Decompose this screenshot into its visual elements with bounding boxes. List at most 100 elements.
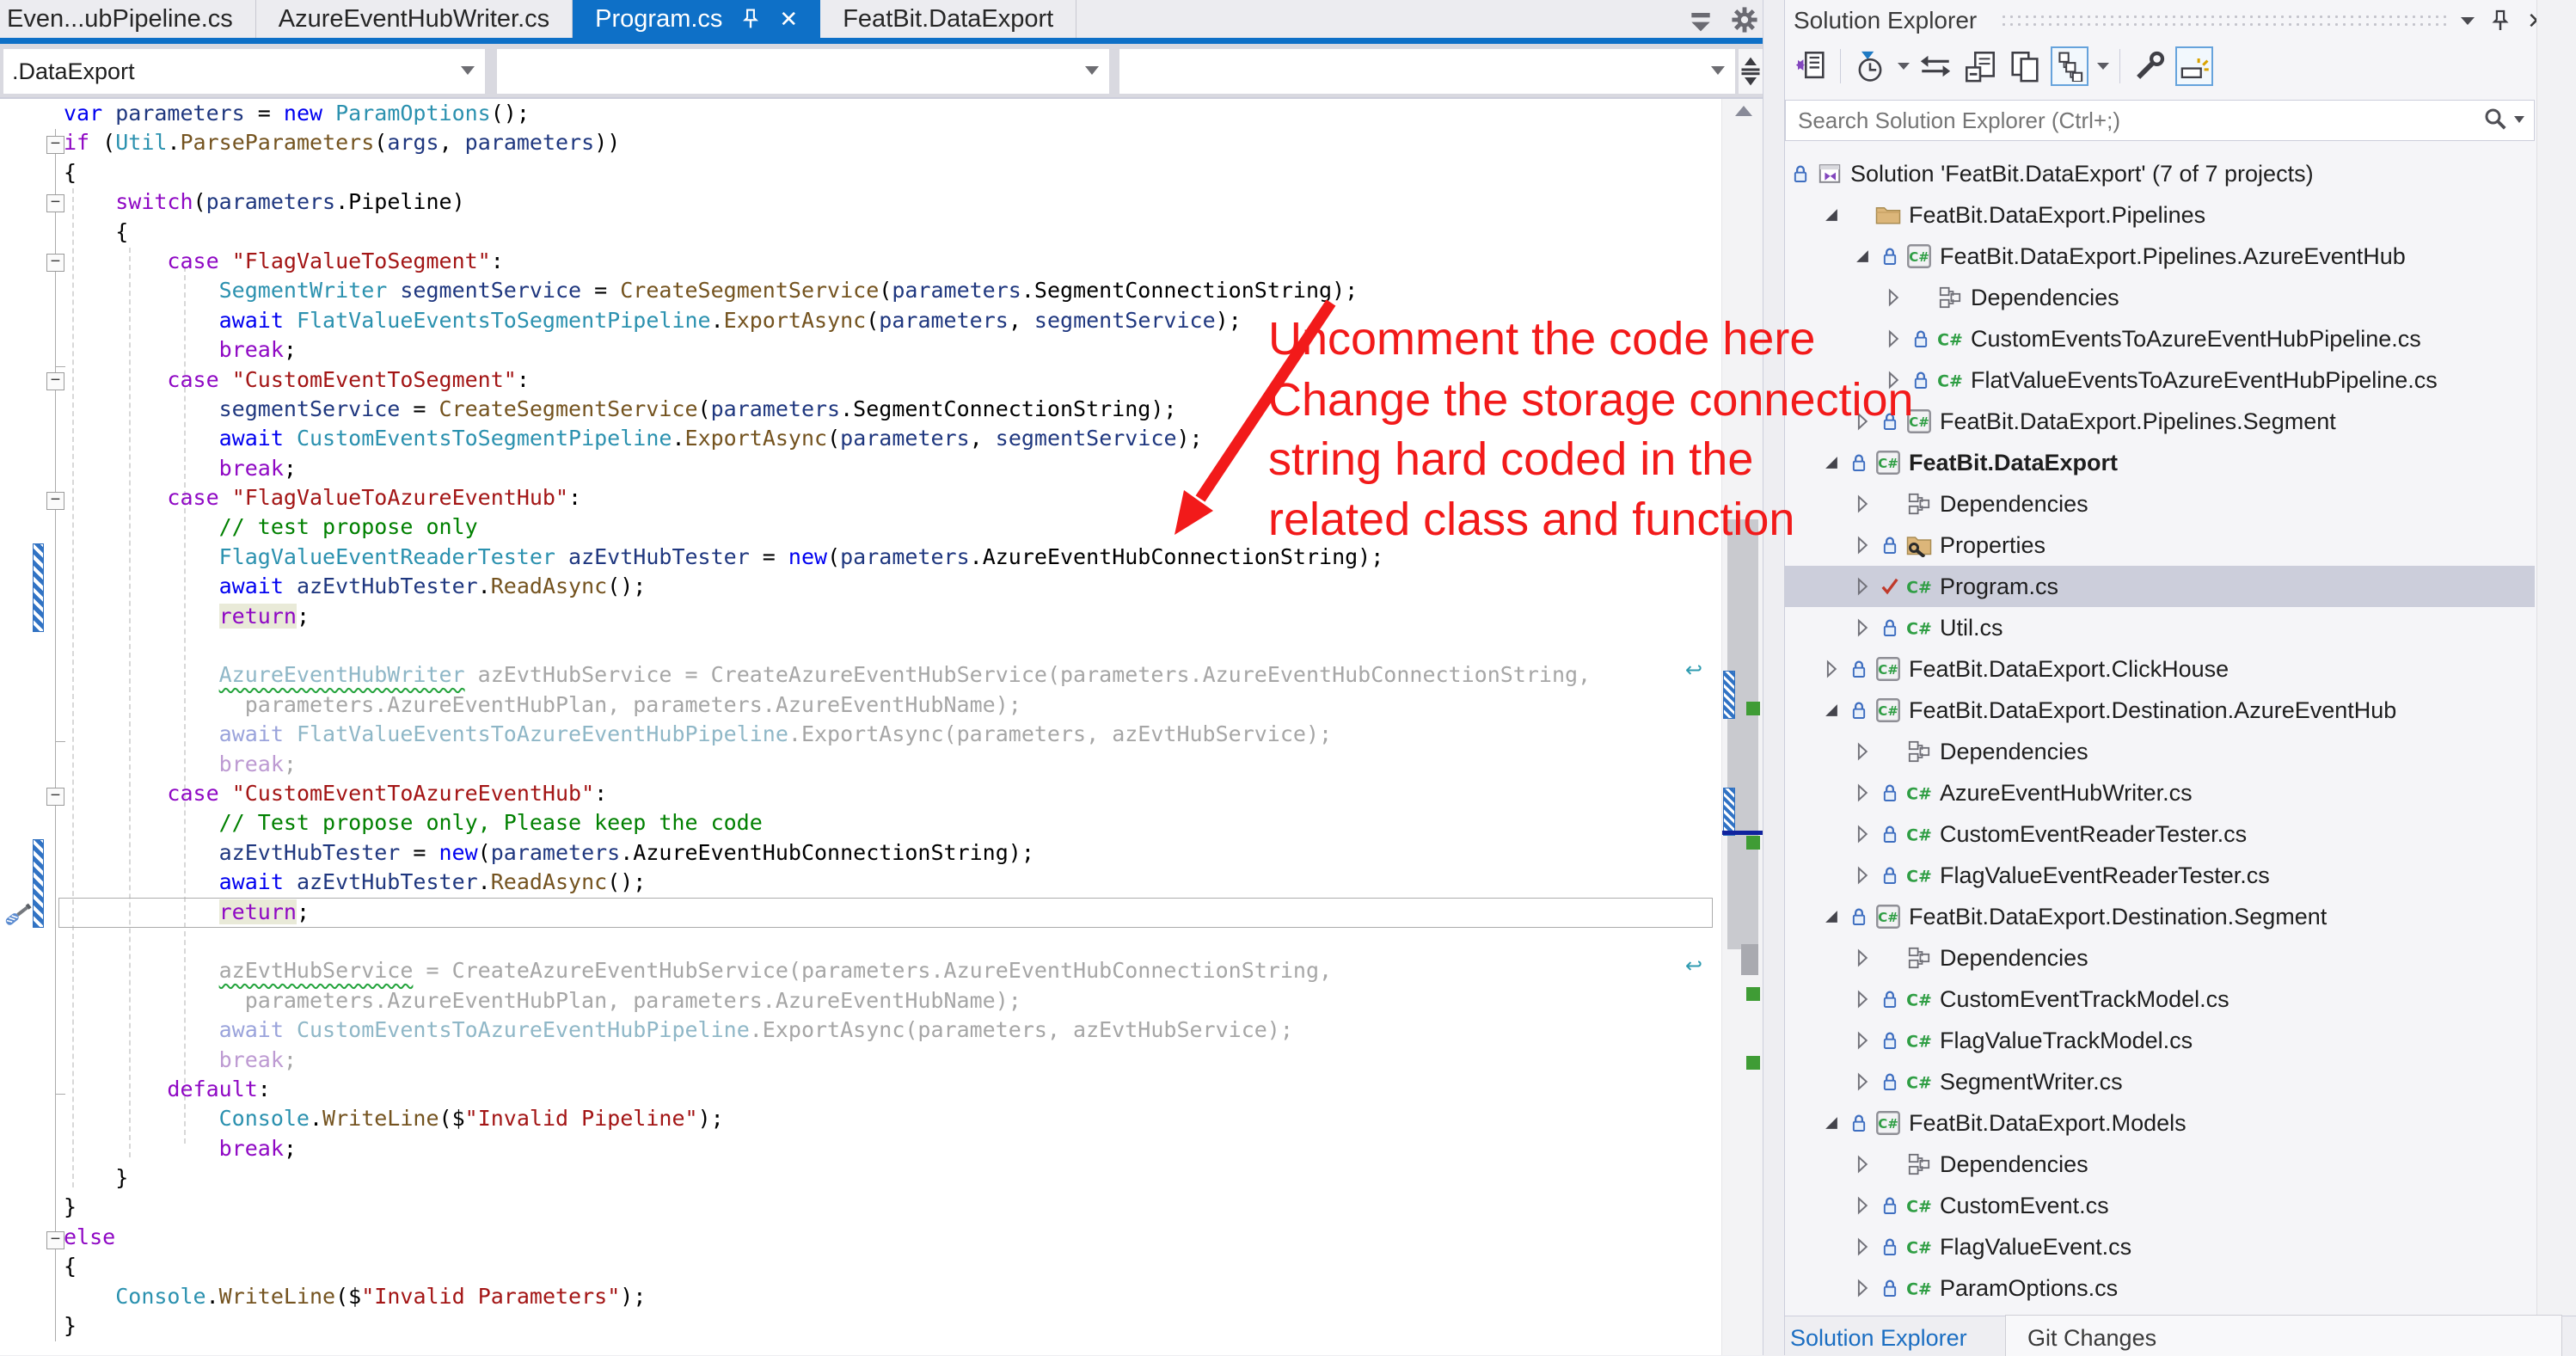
chevron-collapsed-icon[interactable] — [1852, 1279, 1873, 1298]
chevron-collapsed-icon[interactable] — [1852, 1072, 1873, 1091]
split-editor-button[interactable] — [1739, 49, 1763, 94]
code-editor[interactable]: − − − − − − − var parameters = new Param… — [0, 99, 1763, 1355]
tree-item[interactable]: C#FeatBit.DataExport.Models — [1785, 1102, 2535, 1144]
code-text[interactable]: var parameters = new ParamOptions();if (… — [0, 99, 1721, 1341]
tree-item[interactable]: C#CustomEventTrackModel.cs — [1785, 979, 2535, 1020]
chevron-down-icon[interactable] — [1898, 63, 1910, 70]
tree-item-label: Dependencies — [1971, 285, 2119, 311]
tree-item[interactable]: C#Util.cs — [1785, 607, 2535, 648]
panel-splitter[interactable] — [1763, 0, 1785, 1355]
tree-item[interactable]: C#CustomEventReaderTester.cs — [1785, 813, 2535, 855]
scrollbar-change-mark — [1723, 671, 1735, 719]
dependencies-icon — [1936, 285, 1964, 310]
tree-item[interactable]: C#Program.cs — [1785, 566, 2535, 607]
solution-explorer-scrollbar-track[interactable] — [2536, 0, 2576, 1316]
tree-item[interactable]: C#FlagValueEventReaderTester.cs — [1785, 855, 2535, 896]
close-icon[interactable]: ✕ — [779, 6, 798, 33]
search-box[interactable] — [1785, 100, 2535, 141]
editor-scrollbar[interactable] — [1721, 99, 1763, 1355]
tree-item[interactable]: C#FlagValueTrackModel.cs — [1785, 1020, 2535, 1061]
search-options-chevron-icon[interactable] — [2513, 113, 2525, 128]
tool-window-tab[interactable]: Git Changes — [2027, 1325, 2156, 1352]
scrollbar-up-arrow[interactable] — [1735, 106, 1752, 116]
chevron-collapsed-icon[interactable] — [1852, 1237, 1873, 1256]
chevron-collapsed-icon[interactable] — [1883, 288, 1904, 307]
tree-item-label: Dependencies — [1940, 1151, 2088, 1178]
chevron-expanded-icon[interactable] — [1852, 247, 1873, 266]
chevron-collapsed-icon[interactable] — [1852, 618, 1873, 637]
chevron-collapsed-icon[interactable] — [1852, 1196, 1873, 1215]
pending-changes-filter-icon[interactable] — [1851, 46, 1889, 86]
collapse-all-icon[interactable] — [1961, 46, 1999, 86]
chevron-expanded-icon[interactable] — [1821, 1114, 1842, 1132]
sync-active-document-icon[interactable] — [1917, 46, 1954, 86]
svg-text:C#: C# — [1937, 372, 1963, 391]
switch-views-icon[interactable] — [1792, 46, 1830, 86]
tree-item[interactable]: Properties — [1785, 525, 2535, 566]
tree-item[interactable]: C#FeatBit.DataExport.ClickHouse — [1785, 648, 2535, 690]
chevron-collapsed-icon[interactable] — [1852, 866, 1873, 885]
document-tab[interactable]: Program.cs✕ — [573, 0, 820, 38]
scrollbar-thumb[interactable] — [1727, 519, 1758, 949]
document-tab[interactable]: Even...ubPipeline.cs — [0, 0, 256, 38]
member-dropdown[interactable] — [1119, 49, 1735, 94]
chevron-collapsed-icon[interactable] — [1821, 660, 1842, 678]
view-hierarchy-icon[interactable] — [2051, 46, 2088, 86]
type-dropdown[interactable] — [497, 49, 1109, 94]
tree-item[interactable]: C#FeatBit.DataExport.Destination.AzureEv… — [1785, 690, 2535, 731]
tree-item[interactable]: C#ParamOptions.cs — [1785, 1267, 2535, 1309]
document-tab[interactable]: FeatBit.DataExport — [820, 0, 1076, 38]
preview-selected-icon[interactable] — [2175, 46, 2213, 86]
chevron-collapsed-icon[interactable] — [1852, 536, 1873, 555]
csproj-icon: C# — [1905, 243, 1933, 269]
tree-item[interactable]: C#CustomEvent.cs — [1785, 1185, 2535, 1226]
chevron-collapsed-icon[interactable] — [1852, 577, 1873, 596]
tree-item[interactable]: C#SegmentWriter.cs — [1785, 1061, 2535, 1102]
chevron-expanded-icon[interactable] — [1821, 206, 1842, 224]
pin-icon[interactable] — [2487, 7, 2514, 34]
chevron-collapsed-icon[interactable] — [1852, 1155, 1873, 1174]
dependencies-icon — [1905, 946, 1933, 970]
tree-item[interactable]: C#FlagValueEvent.cs — [1785, 1226, 2535, 1267]
tab-overflow-icon[interactable] — [1687, 6, 1714, 38]
chevron-collapsed-icon[interactable] — [1852, 990, 1873, 1009]
solution-explorer-header: Solution Explorer ✕ — [1785, 0, 2576, 41]
tool-window-tab[interactable]: Solution Explorer — [1790, 1325, 1967, 1352]
project-dropdown[interactable]: .DataExport — [3, 49, 485, 94]
search-icon[interactable] — [2482, 106, 2508, 136]
window-position-chevron-icon[interactable] — [2454, 7, 2481, 34]
tree-item[interactable]: Dependencies — [1785, 1144, 2535, 1185]
tab-label: AzureEventHubWriter.cs — [279, 5, 549, 34]
svg-text:C#: C# — [1906, 579, 1932, 598]
tree-item[interactable]: Solution 'FeatBit.DataExport' (7 of 7 pr… — [1785, 153, 2535, 194]
chevron-collapsed-icon[interactable] — [1852, 1031, 1873, 1050]
tree-item[interactable]: Dependencies — [1785, 483, 2535, 525]
show-all-files-icon[interactable] — [2006, 46, 2044, 86]
chevron-collapsed-icon[interactable] — [1852, 742, 1873, 761]
lock-icon — [1880, 824, 1900, 844]
document-tab[interactable]: AzureEventHubWriter.cs — [256, 0, 573, 38]
chevron-collapsed-icon[interactable] — [1852, 825, 1873, 844]
chevron-down-icon[interactable] — [2097, 63, 2109, 70]
tree-item[interactable]: C#FeatBit.DataExport.Pipelines.AzureEven… — [1785, 236, 2535, 277]
chevron-collapsed-icon[interactable] — [1883, 329, 1904, 348]
tree-item[interactable]: Dependencies — [1785, 937, 2535, 979]
tree-item[interactable]: C#FeatBit.DataExport — [1785, 442, 2535, 483]
chevron-collapsed-icon[interactable] — [1852, 948, 1873, 967]
chevron-collapsed-icon[interactable] — [1852, 783, 1873, 802]
tree-item[interactable]: C#FeatBit.DataExport.Destination.Segment — [1785, 896, 2535, 937]
chevron-expanded-icon[interactable] — [1821, 453, 1842, 472]
tree-item[interactable]: Dependencies — [1785, 731, 2535, 772]
chevron-expanded-icon[interactable] — [1821, 907, 1842, 926]
tree-item[interactable]: C#CustomEventsToAzureEventHubPipeline.cs — [1785, 318, 2535, 359]
chevron-collapsed-icon[interactable] — [1852, 494, 1873, 513]
tree-item[interactable]: Dependencies — [1785, 277, 2535, 318]
panel-drag-grip[interactable] — [2000, 13, 2447, 28]
tree-item[interactable]: FeatBit.DataExport.Pipelines — [1785, 194, 2535, 236]
editor-settings-gear-icon[interactable] — [1730, 5, 1759, 39]
pin-icon[interactable] — [741, 8, 760, 30]
tree-item[interactable]: C#AzureEventHubWriter.cs — [1785, 772, 2535, 813]
properties-icon[interactable] — [2131, 46, 2168, 86]
search-input[interactable] — [1796, 107, 2482, 135]
chevron-expanded-icon[interactable] — [1821, 701, 1842, 720]
